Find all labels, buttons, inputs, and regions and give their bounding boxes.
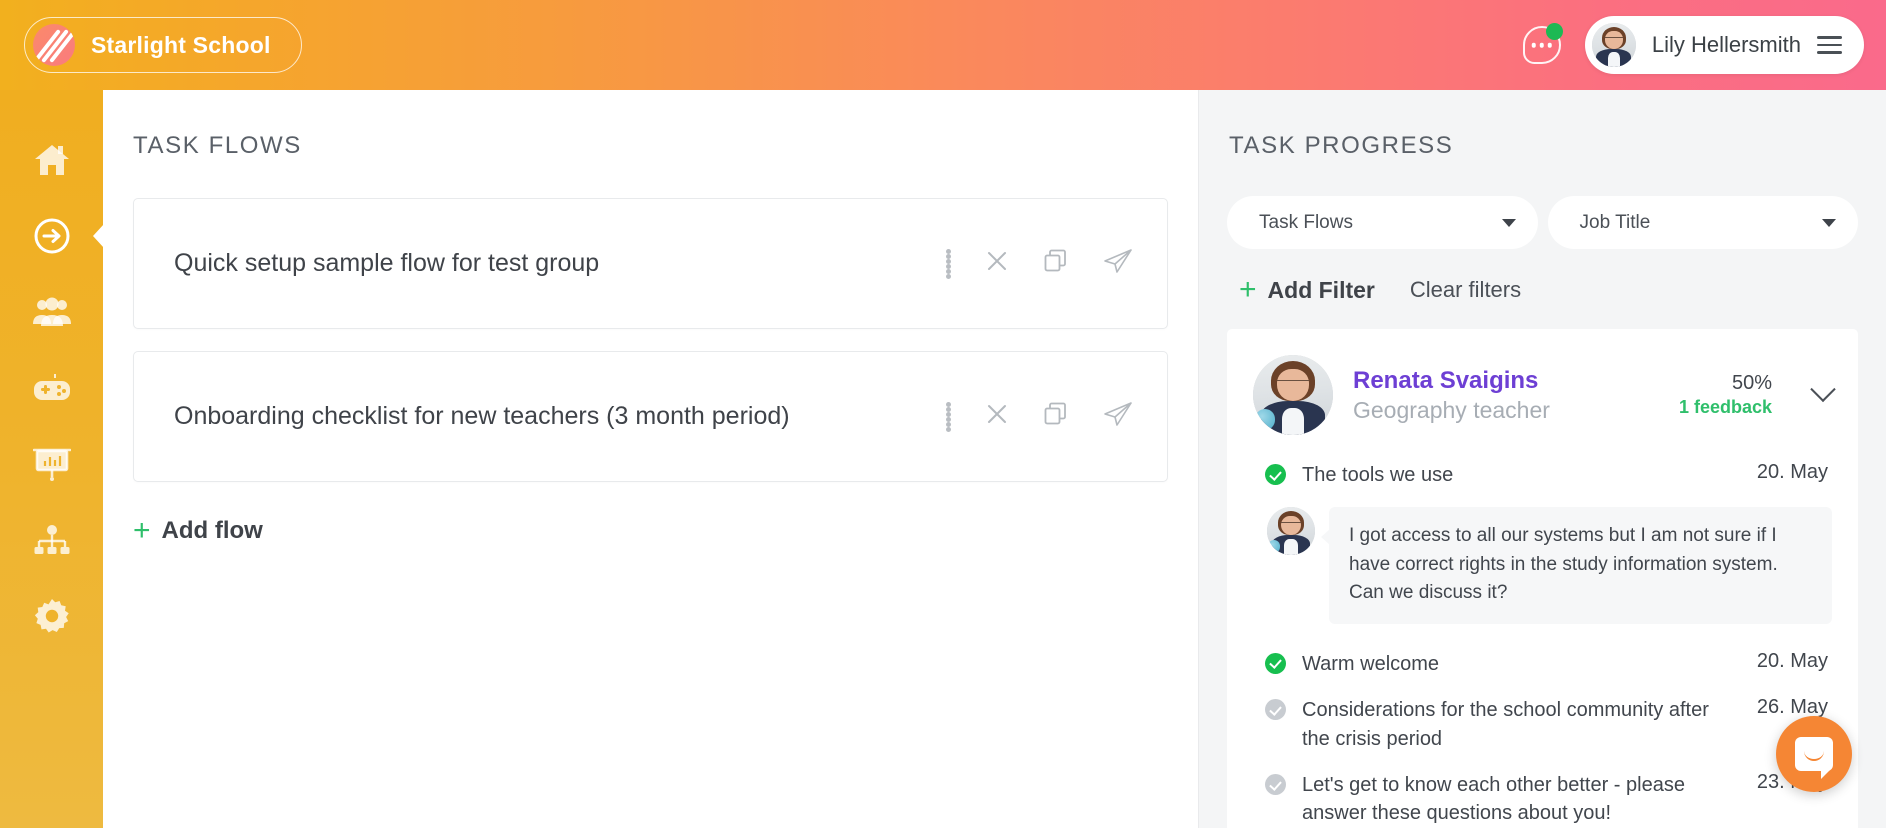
chevron-down-icon <box>1822 218 1836 227</box>
user-name: Lily Hellersmith <box>1651 32 1801 57</box>
top-header: Starlight School Lily Hellersmith <box>0 0 1886 90</box>
sidebar-item-home[interactable] <box>0 122 103 198</box>
sidebar-item-settings[interactable] <box>0 578 103 654</box>
close-icon[interactable] <box>985 249 1009 278</box>
filter-job-title[interactable]: Job Title <box>1547 196 1858 249</box>
task-progress-panel: TASK PROGRESS Task Flows Job Title + Add… <box>1199 90 1886 828</box>
sidebar-item-games[interactable] <box>0 350 103 426</box>
org-chart-icon <box>33 524 71 556</box>
person-task-list: The tools we use 20. May I got access to… <box>1253 461 1832 828</box>
feedback-text: I got access to all our systems but I am… <box>1321 507 1832 624</box>
check-circle-icon <box>1265 464 1286 485</box>
task-flow-row[interactable]: Quick setup sample flow for test group <box>133 198 1168 329</box>
hamburger-menu-icon[interactable] <box>1817 36 1842 54</box>
task-flow-title: Quick setup sample flow for test group <box>174 249 600 277</box>
person-identity: Renata Svaigins Geography teacher <box>1353 367 1550 424</box>
task-flow-list: Quick setup sample flow for test group O… <box>133 198 1168 482</box>
clear-filters-button[interactable]: Clear filters <box>1410 277 1521 303</box>
duplicate-icon[interactable] <box>1043 401 1069 432</box>
add-flow-button[interactable]: + Add flow <box>133 516 263 546</box>
avatar <box>1267 507 1315 556</box>
plus-icon: + <box>1239 273 1257 306</box>
task-flows-panel: TASK FLOWS Quick setup sample flow for t… <box>103 90 1199 828</box>
status-badge <box>1545 23 1563 40</box>
task-progress-title: TASK PROGRESS <box>1229 132 1454 159</box>
progress-percent: 50% <box>1731 372 1772 394</box>
brand-logo-pill[interactable]: Starlight School <box>24 17 302 73</box>
task-item[interactable]: The tools we use 20. May <box>1253 461 1832 489</box>
people-group-icon <box>32 297 72 327</box>
task-date: 20. May <box>1756 461 1828 483</box>
check-circle-icon <box>1265 652 1286 674</box>
avatar <box>1591 23 1636 67</box>
person-progress-card: Renata Svaigins Geography teacher 50% 1 … <box>1227 329 1858 828</box>
person-stats: 50% 1 feedback <box>1679 372 1772 418</box>
drag-handle-icon[interactable] <box>946 248 951 279</box>
task-item[interactable]: Considerations for the school community … <box>1253 696 1832 753</box>
person-role: Geography teacher <box>1353 396 1550 423</box>
striped-circle-logo-icon <box>33 24 75 66</box>
chevron-down-icon <box>1501 218 1516 227</box>
active-indicator-notch <box>93 224 104 248</box>
chat-dots-icon[interactable] <box>1521 23 1563 66</box>
arrow-right-circle-icon <box>33 217 71 255</box>
sidebar-item-reports[interactable] <box>0 426 103 502</box>
gamepad-icon <box>32 372 72 404</box>
gear-icon <box>34 598 70 634</box>
chat-bubble-shape <box>1795 737 1833 779</box>
task-flow-title: Onboarding checklist for new teachers (3… <box>174 402 790 430</box>
task-label: Let's get to know each other better - pl… <box>1302 774 1685 825</box>
chat-dots <box>1531 42 1553 48</box>
filter-task-flows-label: Task Flows <box>1259 211 1353 233</box>
person-header[interactable]: Renata Svaigins Geography teacher 50% 1 … <box>1253 355 1836 435</box>
task-label: Warm welcome <box>1302 652 1440 675</box>
task-label: The tools we use <box>1302 464 1454 486</box>
add-flow-label: Add flow <box>161 517 263 544</box>
presentation-chart-icon <box>32 446 71 482</box>
feedback-count: 1 feedback <box>1678 397 1772 417</box>
header-right-group: Lily Hellersmith <box>1521 16 1886 74</box>
send-icon[interactable] <box>1103 248 1133 279</box>
user-menu-pill[interactable]: Lily Hellersmith <box>1584 16 1864 74</box>
duplicate-icon[interactable] <box>1043 248 1069 279</box>
add-filter-button[interactable]: Add Filter <box>1268 277 1375 304</box>
home-icon <box>34 143 70 177</box>
smile-shape <box>1804 751 1824 761</box>
send-icon[interactable] <box>1103 401 1133 432</box>
app-root: Starlight School Lily Hellersmith TASK F… <box>0 0 1886 828</box>
chevron-down-icon[interactable] <box>1810 376 1836 403</box>
close-icon[interactable] <box>985 402 1009 431</box>
task-item[interactable]: Warm welcome 20. May <box>1253 650 1832 678</box>
plus-icon: + <box>133 514 151 547</box>
brand-name: Starlight School <box>91 31 271 58</box>
filter-row: Task Flows Job Title <box>1227 196 1858 249</box>
task-flow-actions <box>946 401 1133 432</box>
left-sidebar <box>0 90 104 828</box>
sidebar-item-structure[interactable] <box>0 502 103 578</box>
task-flow-actions <box>946 248 1133 279</box>
person-name: Renata Svaigins <box>1353 366 1539 394</box>
task-flow-row[interactable]: Onboarding checklist for new teachers (3… <box>133 351 1168 482</box>
task-item[interactable]: Let's get to know each other better - pl… <box>1253 771 1832 828</box>
feedback-item: I got access to all our systems but I am… <box>1267 507 1832 624</box>
chat-smile-icon[interactable] <box>1776 716 1852 792</box>
task-label: Considerations for the school community … <box>1302 699 1709 750</box>
check-circle-icon <box>1265 699 1286 721</box>
filter-actions: + Add Filter Clear filters <box>1227 275 1858 305</box>
check-circle-icon <box>1265 774 1286 796</box>
drag-handle-icon[interactable] <box>946 401 951 432</box>
avatar <box>1253 355 1333 435</box>
filter-task-flows[interactable]: Task Flows <box>1227 196 1538 249</box>
page-title: TASK FLOWS <box>133 132 302 159</box>
sidebar-item-task-flows[interactable] <box>0 198 104 274</box>
task-date: 20. May <box>1756 649 1828 672</box>
sidebar-item-people[interactable] <box>0 274 103 350</box>
filter-job-title-label: Job Title <box>1579 211 1651 233</box>
